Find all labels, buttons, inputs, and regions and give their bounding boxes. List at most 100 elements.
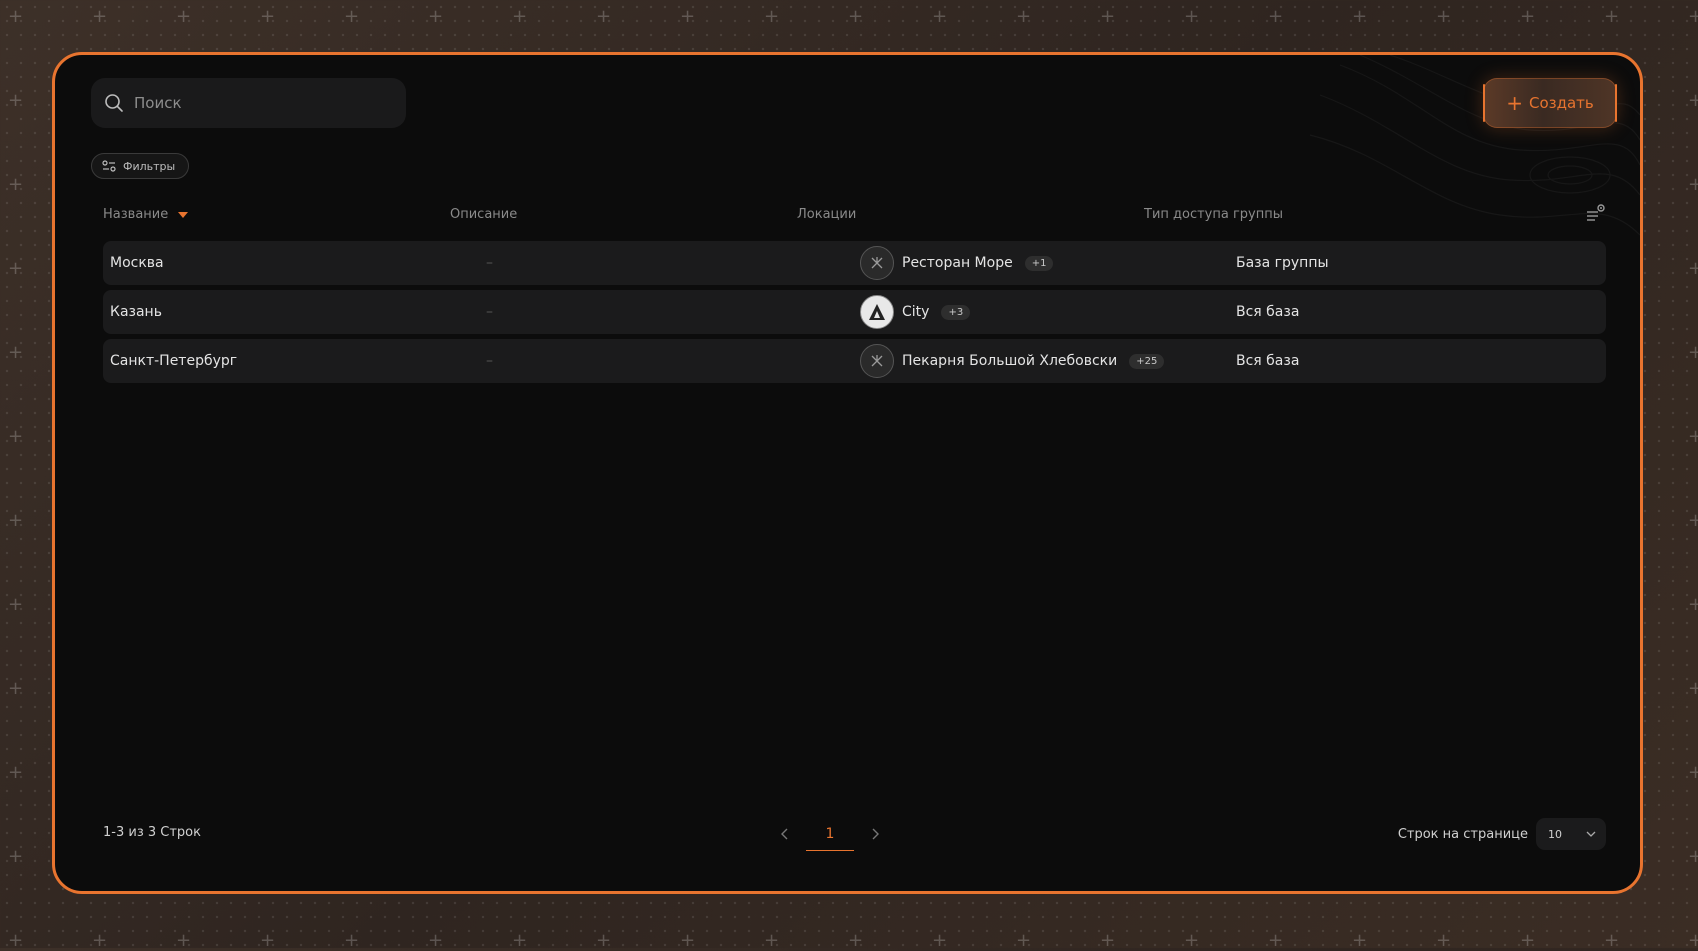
- plus-decoration-icon: +: [1688, 930, 1698, 951]
- plus-decoration-icon: +: [8, 762, 24, 783]
- page-number-button[interactable]: 1: [806, 817, 854, 851]
- location-extra-badge[interactable]: +1: [1024, 255, 1054, 271]
- plus-decoration-icon: +: [848, 6, 864, 27]
- column-header-access-type[interactable]: Тип доступа группы: [1144, 207, 1283, 222]
- plus-decoration-icon: +: [1688, 846, 1698, 867]
- plus-decoration-icon: +: [344, 930, 360, 951]
- plus-decoration-icon: +: [8, 594, 24, 615]
- plus-decoration-icon: +: [1688, 90, 1698, 111]
- plus-decoration-icon: +: [8, 930, 24, 951]
- create-button-label: Создать: [1528, 94, 1594, 112]
- column-header-description-label: Описание: [450, 207, 518, 222]
- table-row[interactable]: Санкт-Петербург – Пекарня Большой Хлебов…: [103, 339, 1606, 383]
- column-header-name[interactable]: Название: [103, 207, 189, 222]
- table-body: Москва – Ресторан Море +1 База группы Ка…: [103, 241, 1606, 388]
- plus-decoration-icon: +: [1688, 6, 1698, 27]
- plus-decoration-icon: +: [680, 6, 696, 27]
- plus-decoration-icon: +: [1016, 6, 1032, 27]
- plus-decoration-icon: +: [8, 846, 24, 867]
- create-button[interactable]: + Создать: [1483, 78, 1617, 128]
- filters-icon: [102, 160, 116, 172]
- plus-decoration-icon: +: [8, 90, 24, 111]
- plus-decoration-icon: +: [1184, 6, 1200, 27]
- plus-icon: +: [1506, 91, 1523, 115]
- column-header-access-type-label: Тип доступа группы: [1144, 207, 1284, 222]
- plus-decoration-icon: +: [260, 6, 276, 27]
- column-header-name-label: Название: [103, 207, 169, 222]
- plus-decoration-icon: +: [176, 930, 192, 951]
- filters-button-label: Фильтры: [123, 159, 176, 173]
- column-header-description[interactable]: Описание: [450, 207, 517, 222]
- plus-decoration-icon: +: [428, 930, 444, 951]
- plus-decoration-icon: +: [8, 174, 24, 195]
- column-header-locations-label: Локации: [797, 207, 857, 222]
- location-name: Пекарня Большой Хлебовски: [902, 353, 1118, 369]
- rows-per-page: Строк на странице 10: [1398, 817, 1606, 851]
- table-row[interactable]: Москва – Ресторан Море +1 База группы: [103, 241, 1606, 285]
- plus-decoration-icon: +: [1436, 930, 1452, 951]
- city-logo-icon: [860, 295, 894, 329]
- plus-decoration-icon: +: [932, 6, 948, 27]
- location-extra-badge[interactable]: +25: [1129, 353, 1165, 369]
- plus-decoration-icon: +: [512, 6, 528, 27]
- chevron-down-icon: [1586, 831, 1596, 837]
- plus-decoration-icon: +: [512, 930, 528, 951]
- plus-decoration-icon: +: [596, 930, 612, 951]
- prev-page-button[interactable]: [770, 828, 800, 840]
- plus-decoration-icon: +: [92, 930, 108, 951]
- plus-decoration-icon: +: [8, 342, 24, 363]
- sort-desc-icon[interactable]: [178, 211, 189, 218]
- rows-per-page-select[interactable]: 10: [1536, 818, 1606, 850]
- plus-decoration-icon: +: [1688, 678, 1698, 699]
- plus-decoration-icon: +: [1268, 930, 1284, 951]
- rows-per-page-value: 10: [1548, 827, 1562, 841]
- plus-decoration-icon: +: [92, 6, 108, 27]
- search-field[interactable]: [91, 78, 406, 128]
- plus-decoration-icon: +: [1016, 930, 1032, 951]
- column-header-locations[interactable]: Локации: [797, 207, 856, 222]
- search-icon: [105, 94, 123, 112]
- row-count-text: 1-3 из 3 Строк: [103, 825, 201, 840]
- plus-decoration-icon: +: [1436, 6, 1452, 27]
- plus-decoration-icon: +: [176, 6, 192, 27]
- plus-decoration-icon: +: [428, 6, 444, 27]
- plus-decoration-icon: +: [1184, 930, 1200, 951]
- pagination: 1: [770, 817, 890, 851]
- cell-name: Москва: [110, 255, 164, 271]
- table-footer: 1-3 из 3 Строк 1 Строк на странице 10: [103, 817, 1606, 851]
- chevron-right-icon: [872, 828, 879, 840]
- cell-description: –: [486, 353, 493, 369]
- plus-decoration-icon: +: [1352, 6, 1368, 27]
- cell-name: Санкт-Петербург: [110, 353, 238, 369]
- cell-locations: Ресторан Море +1: [860, 241, 1054, 285]
- cell-access-type: Вся база: [1236, 353, 1300, 369]
- cell-description: –: [486, 304, 493, 320]
- next-page-button[interactable]: [860, 828, 890, 840]
- plus-decoration-icon: +: [344, 6, 360, 27]
- plus-decoration-icon: +: [764, 930, 780, 951]
- table-row[interactable]: Казань – City +3 Вся база: [103, 290, 1606, 334]
- plus-decoration-icon: +: [1688, 426, 1698, 447]
- plus-decoration-icon: +: [1100, 6, 1116, 27]
- plus-decoration-icon: +: [1688, 258, 1698, 279]
- plus-decoration-icon: +: [260, 930, 276, 951]
- filters-button[interactable]: Фильтры: [91, 153, 190, 179]
- plus-decoration-icon: +: [1268, 6, 1284, 27]
- plus-decoration-icon: +: [764, 6, 780, 27]
- column-settings-icon[interactable]: [1584, 203, 1606, 225]
- plus-decoration-icon: +: [8, 6, 24, 27]
- plus-decoration-icon: +: [1520, 930, 1536, 951]
- groups-panel: + Создать Фильтры Название Описание Лока…: [52, 52, 1643, 894]
- plus-decoration-icon: +: [1100, 930, 1116, 951]
- location-name: City: [902, 304, 930, 320]
- plus-decoration-icon: +: [1352, 930, 1368, 951]
- table-header: Название Описание Локации Тип доступа гр…: [103, 203, 1606, 227]
- cell-name: Казань: [110, 304, 162, 320]
- plus-decoration-icon: +: [1604, 930, 1620, 951]
- plus-decoration-icon: +: [1688, 174, 1698, 195]
- plus-decoration-icon: +: [1688, 594, 1698, 615]
- location-extra-badge[interactable]: +3: [941, 304, 971, 320]
- search-input[interactable]: [132, 93, 386, 113]
- plus-decoration-icon: +: [596, 6, 612, 27]
- cell-access-type: Вся база: [1236, 304, 1300, 320]
